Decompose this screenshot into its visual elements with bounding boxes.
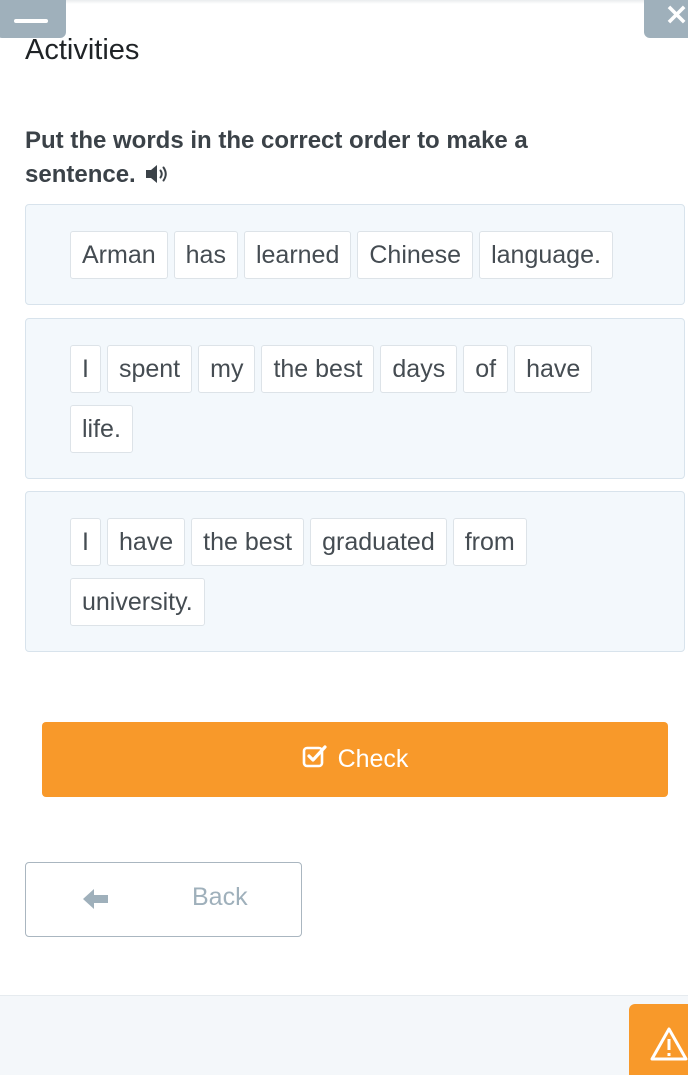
instruction-text: Put the words in the correct order to ma… xyxy=(25,127,528,188)
back-button[interactable]: Back xyxy=(25,862,302,937)
word-tile[interactable]: Chinese xyxy=(357,231,474,279)
word-tile[interactable]: days xyxy=(380,345,458,393)
word-tile[interactable]: Arman xyxy=(70,231,168,279)
word-tile[interactable]: the best xyxy=(261,345,375,393)
section-title: Activities xyxy=(25,34,140,66)
word-tile[interactable]: I xyxy=(70,518,101,566)
close-button[interactable]: × xyxy=(644,0,688,38)
menu-button[interactable] xyxy=(0,0,66,38)
word-tile[interactable]: life. xyxy=(70,405,133,453)
hamburger-icon xyxy=(14,19,48,23)
word-tile[interactable]: the best xyxy=(191,518,305,566)
arrow-left-icon xyxy=(82,887,110,915)
sentence-box-1: Arman has learned Chinese language. xyxy=(25,204,685,305)
word-tile[interactable]: graduated xyxy=(310,518,447,566)
report-problem-button[interactable] xyxy=(629,1004,688,1075)
word-tile[interactable]: have xyxy=(106,518,186,566)
check-button[interactable]: Check xyxy=(42,722,668,797)
header-shadow xyxy=(0,0,688,4)
word-list-2: I spent my the best days of have life. xyxy=(70,345,640,453)
word-tile[interactable]: university. xyxy=(70,578,205,626)
word-tile[interactable]: spent xyxy=(106,345,193,393)
word-tile[interactable]: from xyxy=(452,518,527,566)
checkbox-icon xyxy=(302,744,328,775)
sentence-box-2: I spent my the best days of have life. xyxy=(25,318,685,479)
word-list-3: I have the best graduated from universit… xyxy=(70,518,640,626)
word-list-1: Arman has learned Chinese language. xyxy=(70,231,640,279)
speaker-icon[interactable] xyxy=(144,161,172,195)
word-tile[interactable]: has xyxy=(173,231,238,279)
word-tile[interactable]: learned xyxy=(243,231,352,279)
warning-icon xyxy=(649,1026,688,1066)
word-tile[interactable]: of xyxy=(463,345,509,393)
sentence-box-3: I have the best graduated from universit… xyxy=(25,491,685,652)
word-tile[interactable]: my xyxy=(198,345,256,393)
back-label: Back xyxy=(192,883,248,911)
task-instruction: Put the words in the correct order to ma… xyxy=(25,124,625,195)
word-tile[interactable]: I xyxy=(70,345,101,393)
page: × Activities Put the words in the correc… xyxy=(0,0,688,1075)
check-label: Check xyxy=(337,745,409,773)
word-tile[interactable]: language. xyxy=(479,231,613,279)
footer-bar xyxy=(0,995,688,1075)
close-icon: × xyxy=(664,0,688,32)
word-tile[interactable]: have xyxy=(514,345,593,393)
